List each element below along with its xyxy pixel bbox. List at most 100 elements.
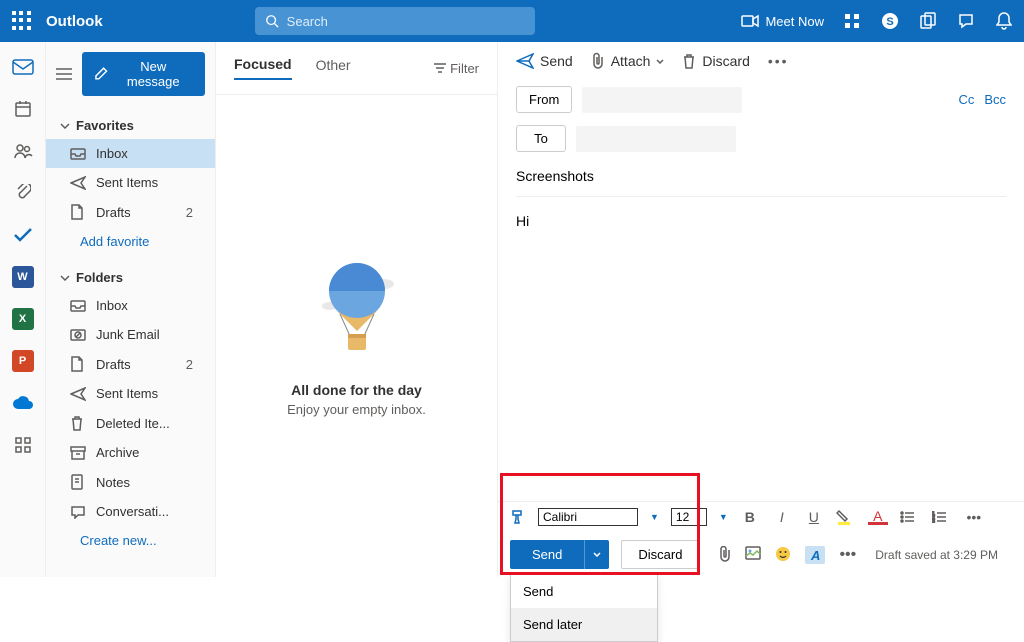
bold-button[interactable]: B (740, 509, 760, 525)
app-rail: W X P (0, 42, 46, 577)
font-select[interactable] (538, 508, 638, 526)
tab-focused[interactable]: Focused (234, 56, 292, 80)
send-button[interactable]: Send (510, 540, 584, 569)
dropdown-send-option[interactable]: Send (511, 575, 657, 608)
emoji-icon[interactable] (775, 546, 791, 564)
insert-image-icon[interactable] (745, 546, 761, 564)
search-icon (265, 14, 279, 28)
folder-item-drafts[interactable]: Drafts2 (46, 197, 215, 227)
video-icon (741, 14, 759, 28)
compose-icon (94, 67, 108, 81)
filter-button[interactable]: Filter (434, 61, 479, 76)
excel-rail-icon[interactable]: X (12, 308, 34, 330)
from-field-button[interactable]: From (516, 86, 572, 113)
notifications-icon[interactable] (994, 11, 1014, 31)
archive-icon (70, 446, 86, 460)
format-more-button[interactable]: ••• (964, 509, 984, 525)
underline-button[interactable]: U (804, 509, 824, 525)
compose-body[interactable]: Hi (498, 197, 1024, 501)
toolbar-attach-button[interactable]: Attach (591, 52, 665, 70)
cc-button[interactable]: Cc (958, 92, 974, 107)
calendar-rail-icon[interactable] (12, 98, 34, 120)
discard-button[interactable]: Discard (621, 540, 699, 569)
search-box[interactable] (255, 7, 535, 35)
toolbar-discard-button[interactable]: Discard (682, 53, 749, 69)
mail-rail-icon[interactable] (12, 56, 34, 78)
folder-sidebar: New message Favorites InboxSent ItemsDra… (46, 42, 216, 577)
compose-toolbar: Send Attach Discard ••• (498, 42, 1024, 80)
chevron-down-icon (593, 552, 601, 557)
folder-item-inbox[interactable]: Inbox (46, 139, 215, 168)
folders-section-header[interactable]: Folders (46, 264, 215, 291)
search-input[interactable] (287, 14, 525, 29)
chevron-down-icon (656, 59, 664, 64)
number-list-button[interactable]: 123 (932, 511, 952, 523)
tab-other[interactable]: Other (316, 57, 351, 79)
format-painter-icon[interactable] (510, 509, 526, 525)
font-color-button[interactable]: A (868, 510, 888, 525)
bottom-more-button[interactable]: ••• (839, 546, 856, 564)
onedrive-rail-icon[interactable] (12, 392, 34, 414)
italic-button[interactable]: I (772, 509, 792, 525)
to-input[interactable] (576, 126, 736, 152)
size-chevron-icon[interactable]: ▼ (719, 512, 728, 522)
svg-text:A: A (810, 548, 820, 562)
toolbar-send-button[interactable]: Send (516, 53, 573, 69)
teams-icon[interactable] (918, 11, 938, 31)
meet-now-button[interactable]: Meet Now (741, 11, 824, 31)
app-launcher-icon[interactable] (10, 9, 34, 33)
favorites-section-header[interactable]: Favorites (46, 112, 215, 139)
people-rail-icon[interactable] (12, 140, 34, 162)
accessibility-icon[interactable]: A (805, 546, 825, 564)
attach-bottom-icon[interactable] (719, 546, 731, 564)
add-favorite-link[interactable]: Add favorite (46, 227, 215, 256)
send-options-chevron[interactable] (584, 540, 609, 569)
word-rail-icon[interactable]: W (12, 266, 34, 288)
folder-item-inbox[interactable]: Inbox (46, 291, 215, 320)
folder-item-deletedite[interactable]: Deleted Ite... (46, 408, 215, 438)
app-header: Outlook Meet Now S (0, 0, 1024, 42)
to-field-button[interactable]: To (516, 125, 566, 152)
folder-item-archive[interactable]: Archive (46, 438, 215, 467)
empty-state-title: All done for the day (291, 382, 422, 398)
sent-icon (70, 387, 86, 401)
todo-rail-icon[interactable] (12, 224, 34, 246)
new-message-button[interactable]: New message (82, 52, 205, 96)
from-input[interactable] (582, 87, 742, 113)
highlight-button[interactable] (836, 509, 856, 525)
folder-item-junkemail[interactable]: Junk Email (46, 320, 215, 349)
toolbar-more-button[interactable]: ••• (768, 53, 789, 69)
font-size-select[interactable] (671, 508, 707, 526)
font-chevron-icon[interactable]: ▼ (650, 512, 659, 522)
files-rail-icon[interactable] (12, 182, 34, 204)
folder-item-notes[interactable]: Notes (46, 467, 215, 497)
inbox-icon (70, 300, 86, 312)
create-new-folder-link[interactable]: Create new... (46, 526, 215, 555)
collapse-sidebar-icon[interactable] (56, 68, 72, 80)
powerpoint-rail-icon[interactable]: P (12, 350, 34, 372)
bullet-list-button[interactable] (900, 511, 920, 523)
apps-grid-icon[interactable] (842, 11, 862, 31)
notes-icon (70, 474, 86, 490)
folder-item-drafts[interactable]: Drafts2 (46, 349, 215, 379)
tips-icon[interactable] (956, 11, 976, 31)
compose-pane: Send Attach Discard ••• From Cc Bcc (498, 42, 1024, 577)
more-apps-rail-icon[interactable] (12, 434, 34, 456)
header-actions: Meet Now S (741, 11, 1014, 31)
filter-icon (434, 63, 446, 73)
folder-item-sentitems[interactable]: Sent Items (46, 168, 215, 197)
subject-input[interactable] (516, 168, 1006, 184)
folder-item-conversati[interactable]: Conversati... (46, 497, 215, 526)
trash-icon (682, 53, 696, 69)
bcc-button[interactable]: Bcc (984, 92, 1006, 107)
folder-item-sentitems[interactable]: Sent Items (46, 379, 215, 408)
inbox-icon (70, 148, 86, 160)
svg-text:3: 3 (932, 519, 935, 523)
chevron-down-icon (60, 275, 70, 281)
message-list-pane: Focused Other Filter All done for the da… (216, 42, 498, 577)
draft-icon (70, 204, 86, 220)
dropdown-send-later-option[interactable]: Send later (511, 608, 657, 641)
skype-icon[interactable]: S (880, 11, 900, 31)
draft-icon (70, 356, 86, 372)
send-split-button: Send (510, 540, 609, 569)
